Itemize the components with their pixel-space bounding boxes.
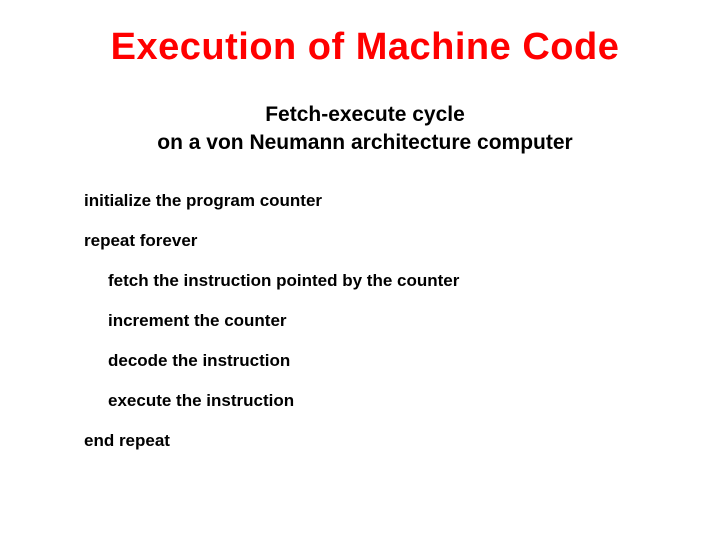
code-line: increment the counter	[84, 310, 660, 332]
code-line: fetch the instruction pointed by the cou…	[84, 270, 660, 292]
code-line: repeat forever	[84, 230, 660, 252]
code-line: initialize the program counter	[84, 190, 660, 212]
subtitle-line-1: Fetch-execute cycle	[265, 103, 465, 126]
subtitle-line-2: on a von Neumann architecture computer	[157, 131, 572, 154]
code-line: end repeat	[84, 430, 660, 452]
code-line: execute the instruction	[84, 390, 660, 412]
code-line: decode the instruction	[84, 350, 660, 372]
slide-title: Execution of Machine Code	[70, 26, 660, 69]
pseudocode-block: initialize the program counter repeat fo…	[70, 190, 660, 453]
slide-subtitle: Fetch-execute cycle on a von Neumann arc…	[70, 101, 660, 158]
